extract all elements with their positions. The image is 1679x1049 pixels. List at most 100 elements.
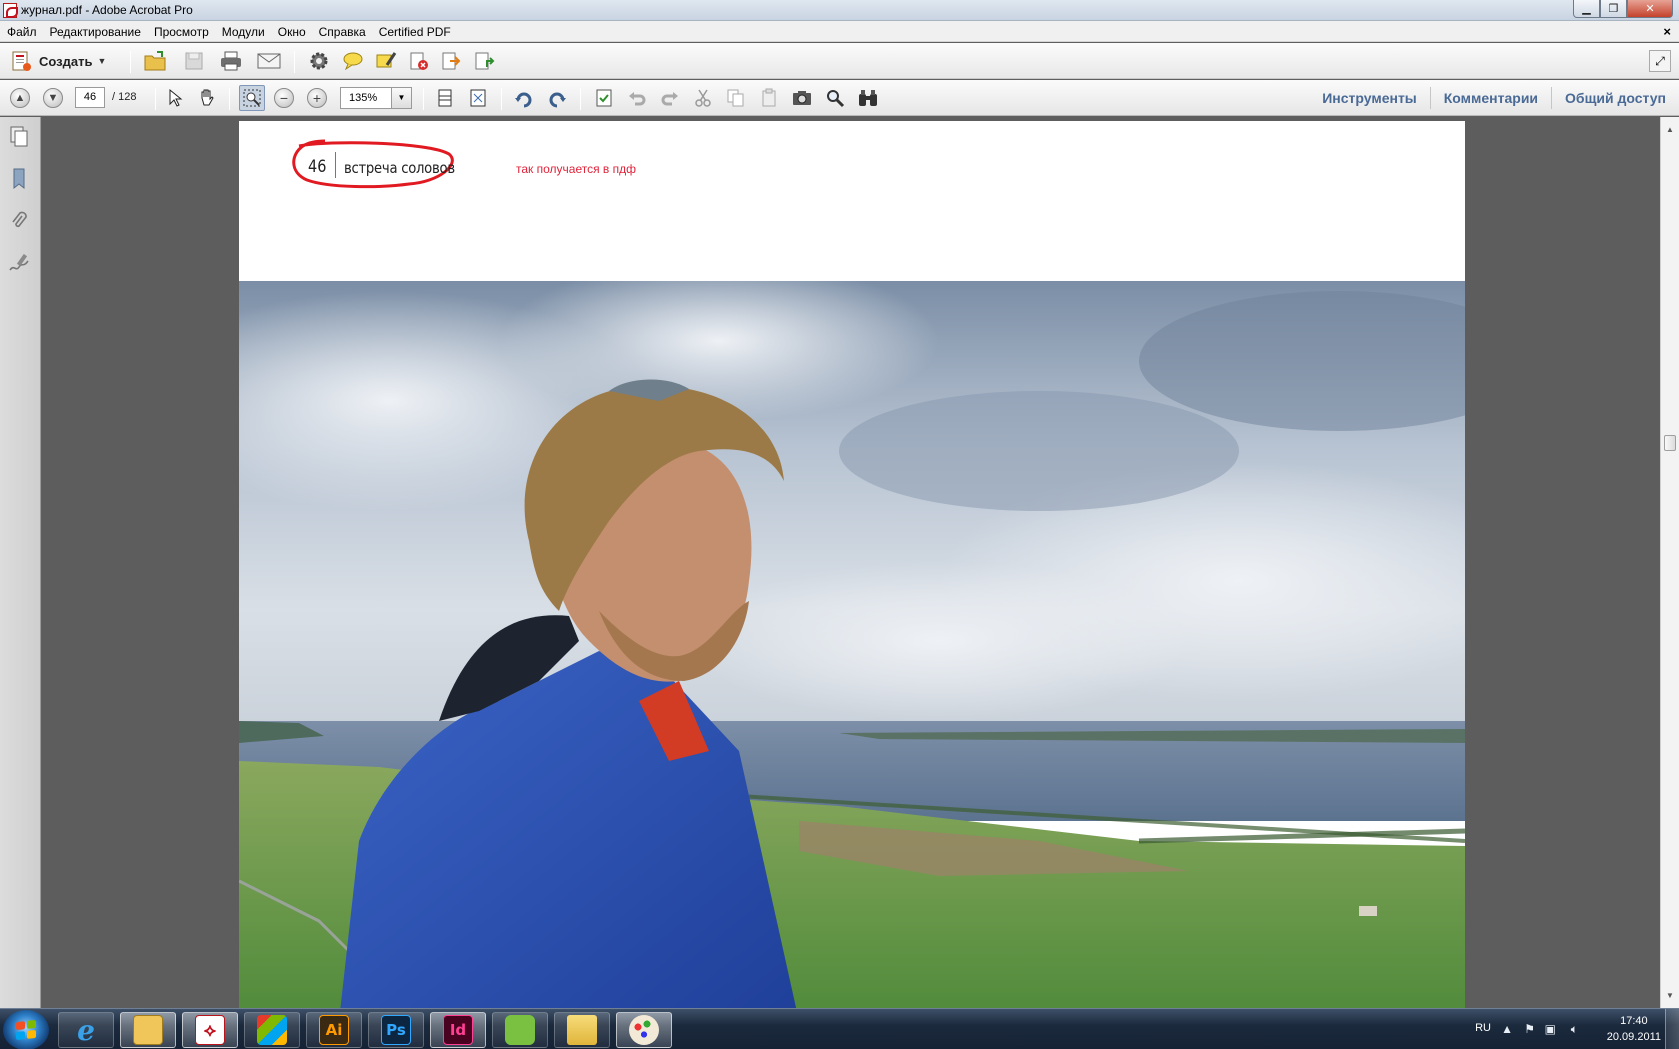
menu-help[interactable]: Справка bbox=[319, 25, 366, 39]
taskbar-windows-media[interactable] bbox=[244, 1012, 300, 1048]
evernote-icon bbox=[505, 1015, 535, 1045]
taskbar-internet-explorer[interactable]: e bbox=[58, 1012, 114, 1048]
fit-page-button[interactable] bbox=[465, 85, 491, 111]
toolbar-separator bbox=[130, 51, 131, 73]
clock-date: 20.09.2011 bbox=[1606, 1031, 1661, 1043]
save-button[interactable] bbox=[181, 48, 207, 74]
create-button[interactable]: Создать ▼ bbox=[9, 48, 106, 74]
undo-button[interactable] bbox=[624, 85, 650, 111]
redo-button[interactable] bbox=[657, 85, 683, 111]
copy-icon bbox=[727, 89, 744, 107]
print-button[interactable] bbox=[218, 48, 244, 74]
show-hidden-icons-icon[interactable]: ▲ bbox=[1501, 1022, 1513, 1036]
tab-tools[interactable]: Инструменты bbox=[1309, 87, 1430, 109]
scroll-thumb[interactable] bbox=[1664, 435, 1676, 451]
toolbar-separator bbox=[229, 88, 230, 110]
toolbar-separator bbox=[155, 88, 156, 110]
minimize-button[interactable]: ▁ bbox=[1573, 0, 1600, 18]
taskbar-explorer[interactable] bbox=[554, 1012, 610, 1048]
comment-button[interactable] bbox=[340, 48, 366, 74]
select-tool-button[interactable] bbox=[162, 85, 188, 111]
acrobat-app-icon[interactable] bbox=[3, 3, 18, 18]
hand-icon bbox=[201, 89, 214, 106]
export-pdf-button[interactable] bbox=[438, 48, 464, 74]
attachments-icon[interactable] bbox=[8, 209, 30, 233]
expand-icon[interactable]: ⤢ bbox=[1649, 50, 1671, 72]
paste-button[interactable] bbox=[756, 85, 782, 111]
menu-plugins[interactable]: Модули bbox=[222, 25, 265, 39]
menu-edit[interactable]: Редактирование bbox=[50, 25, 141, 39]
zoom-in-icon[interactable]: + bbox=[307, 88, 327, 108]
taskbar-indesign[interactable]: Id bbox=[430, 1012, 486, 1048]
advanced-search-button[interactable] bbox=[855, 85, 881, 111]
window-controls: ▁ ❐ ✕ bbox=[1573, 0, 1673, 18]
chevron-down-icon[interactable]: ▼ bbox=[391, 88, 411, 108]
share-button[interactable] bbox=[471, 48, 497, 74]
page-number: 46 bbox=[308, 157, 327, 177]
document-view[interactable]: 46 встреча соловов так получается в пдф bbox=[42, 117, 1660, 1008]
zoom-out-icon[interactable]: − bbox=[274, 88, 294, 108]
maximize-button[interactable]: ❐ bbox=[1600, 0, 1627, 18]
zoom-value: 135% bbox=[349, 92, 378, 104]
article-photo bbox=[239, 281, 1465, 1008]
menu-certified-pdf[interactable]: Certified PDF bbox=[379, 25, 451, 39]
find-button[interactable] bbox=[822, 85, 848, 111]
tab-comments[interactable]: Комментарии bbox=[1429, 87, 1551, 109]
fit-page-icon bbox=[470, 89, 486, 107]
rotate-cw-button[interactable] bbox=[544, 85, 570, 111]
cut-button[interactable] bbox=[690, 85, 716, 111]
clock-time: 17:40 bbox=[1620, 1015, 1648, 1027]
volume-icon[interactable]: 🔈︎ bbox=[1571, 1022, 1578, 1037]
snapshot-button[interactable] bbox=[789, 85, 815, 111]
vertical-scrollbar[interactable]: ▲ ▼ bbox=[1660, 117, 1679, 1008]
page-thumbnails-icon[interactable] bbox=[8, 125, 30, 149]
action-center-flag-icon[interactable]: ⚑ bbox=[1524, 1022, 1535, 1036]
scroll-down-icon[interactable]: ▼ bbox=[1661, 987, 1679, 1004]
binoculars-icon bbox=[859, 90, 877, 106]
print-icon bbox=[221, 51, 241, 71]
marquee-zoom-button[interactable] bbox=[239, 85, 265, 111]
system-clock[interactable]: 17:40 20.09.2011 bbox=[1607, 1013, 1661, 1045]
taskbar-evernote[interactable] bbox=[492, 1012, 548, 1048]
copy-button[interactable] bbox=[723, 85, 749, 111]
taskbar-acrobat[interactable]: ⟡ bbox=[182, 1012, 238, 1048]
share-icon bbox=[475, 52, 495, 70]
bookmarks-icon[interactable] bbox=[8, 167, 30, 191]
rotate-ccw-button[interactable] bbox=[511, 85, 537, 111]
taskbar-paint[interactable] bbox=[616, 1012, 672, 1048]
scroll-up-icon[interactable]: ▲ bbox=[1661, 121, 1679, 138]
taskbar-photoshop[interactable]: Ps bbox=[368, 1012, 424, 1048]
signatures-icon[interactable] bbox=[8, 251, 30, 275]
network-icon[interactable]: ▣ bbox=[1545, 1022, 1556, 1036]
menu-window[interactable]: Окно bbox=[278, 25, 306, 39]
paste-icon bbox=[762, 88, 776, 107]
page-number-input[interactable]: 46 bbox=[75, 87, 105, 108]
start-button[interactable] bbox=[3, 1010, 49, 1049]
next-page-icon[interactable]: ▼ bbox=[43, 88, 63, 108]
spellcheck-button[interactable] bbox=[591, 85, 617, 111]
zoom-select[interactable]: 135% ▼ bbox=[340, 87, 412, 109]
tab-share[interactable]: Общий доступ bbox=[1551, 87, 1679, 109]
zoom-marquee-icon bbox=[243, 89, 261, 107]
taskbar-illustrator[interactable]: Ai bbox=[306, 1012, 362, 1048]
settings-button[interactable] bbox=[306, 48, 332, 74]
hand-tool-button[interactable] bbox=[194, 85, 220, 111]
language-indicator[interactable]: RU bbox=[1475, 1022, 1491, 1034]
menu-view[interactable]: Просмотр bbox=[154, 25, 209, 39]
close-button[interactable]: ✕ bbox=[1627, 0, 1673, 18]
previous-page-icon[interactable]: ▲ bbox=[10, 88, 30, 108]
gear-icon bbox=[310, 52, 328, 70]
pdf-page: 46 встреча соловов так получается в пдф bbox=[239, 121, 1465, 1008]
highlight-button[interactable] bbox=[373, 48, 399, 74]
close-document-icon[interactable]: × bbox=[1663, 24, 1671, 39]
open-button[interactable] bbox=[142, 48, 168, 74]
scrolling-mode-button[interactable] bbox=[432, 85, 458, 111]
menu-file[interactable]: Файл bbox=[7, 25, 37, 39]
delete-pdf-button[interactable] bbox=[406, 48, 432, 74]
taskbar-outlook[interactable] bbox=[120, 1012, 176, 1048]
illustrator-icon: Ai bbox=[319, 1015, 349, 1045]
show-desktop-button[interactable] bbox=[1665, 1009, 1679, 1049]
outlook-icon bbox=[133, 1015, 163, 1045]
delete-pdf-icon bbox=[410, 52, 428, 70]
email-button[interactable] bbox=[256, 48, 282, 74]
